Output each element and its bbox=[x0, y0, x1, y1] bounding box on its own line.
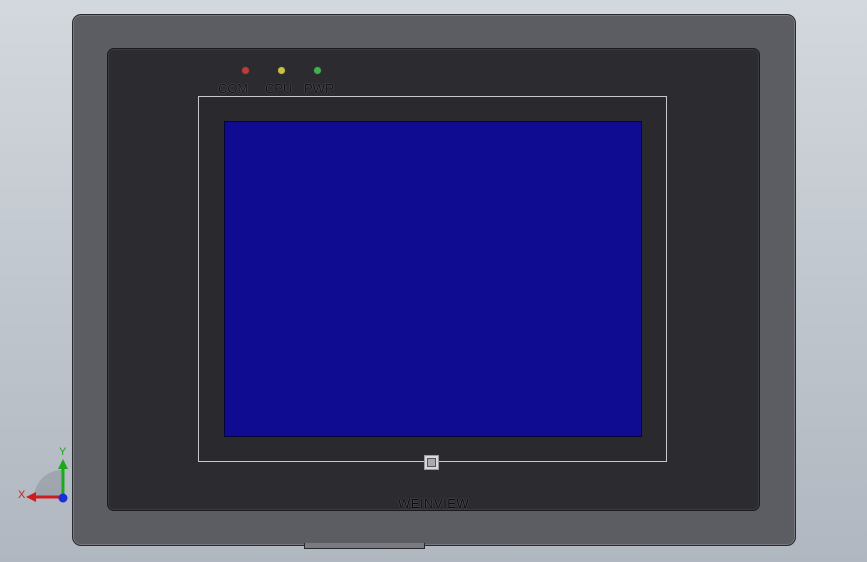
bottom-connector-tab bbox=[304, 543, 425, 549]
y-axis-label: Y bbox=[59, 446, 67, 458]
home-button[interactable] bbox=[424, 455, 439, 470]
y-axis-arrow bbox=[58, 459, 68, 469]
com-led-label: COM bbox=[218, 81, 249, 96]
cpu-led-icon bbox=[277, 66, 286, 75]
axis-triad-icon: X Y bbox=[18, 446, 68, 503]
z-axis-dot bbox=[58, 493, 68, 503]
x-axis-arrow bbox=[26, 492, 36, 502]
brand-logo: WEINVIEW bbox=[398, 496, 470, 511]
lcd-screen[interactable] bbox=[224, 121, 642, 437]
pwr-led-icon bbox=[313, 66, 322, 75]
cpu-led-label: CPU bbox=[265, 81, 293, 96]
pwr-led-label: PWR bbox=[304, 81, 335, 96]
axis-quadrant bbox=[34, 470, 62, 498]
x-axis-label: X bbox=[18, 489, 26, 501]
com-led-icon bbox=[241, 66, 250, 75]
